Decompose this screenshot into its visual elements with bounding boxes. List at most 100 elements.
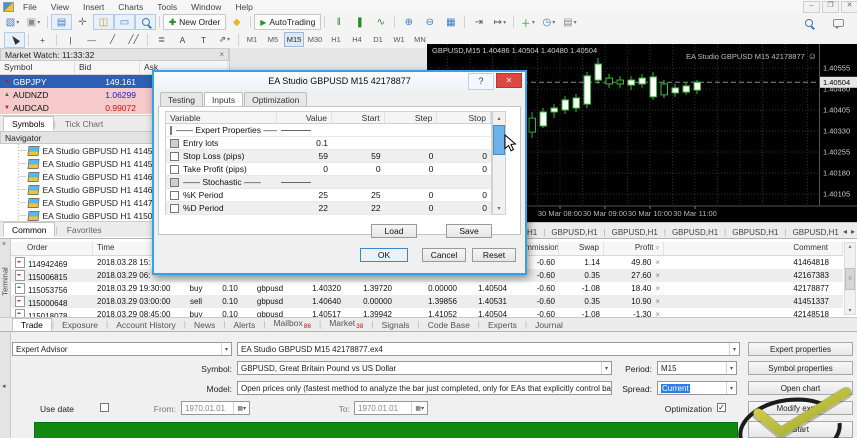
column-value[interactable]: Value	[277, 112, 332, 123]
chart-tab[interactable]: GBPUSD,H1	[726, 226, 784, 238]
shapes-tool-icon[interactable]: ⇗ ▾	[214, 32, 235, 48]
input-row[interactable]: %D Period 22 22 0 0	[165, 202, 492, 215]
open-chart-button[interactable]: Open chart	[748, 381, 853, 395]
templates-icon[interactable]: ▤ ▾	[559, 14, 580, 30]
tester-expert-select[interactable]: EA Studio GBPUSD M15 42178877.ex4 ▾	[237, 342, 740, 356]
strategy-tester-icon[interactable]	[135, 14, 156, 30]
timeframe-m15[interactable]: M15	[284, 32, 304, 47]
chart-tab[interactable]: GBPUSD,H1	[545, 226, 603, 238]
autotrading-button[interactable]: ▶ AutoTrading	[254, 14, 322, 30]
column-step[interactable]: Step	[385, 112, 438, 123]
tab-trade[interactable]: Trade	[12, 318, 52, 331]
tester-model-select[interactable]: Open prices only (fastest method to anal…	[237, 381, 612, 395]
ok-button[interactable]: OK	[360, 248, 408, 262]
to-date-field[interactable]: 1970.01.01 ▦ ▾	[354, 401, 428, 415]
input-row[interactable]: Stop Loss (pips) 59 59 0 0	[165, 150, 492, 163]
close-position-icon[interactable]: ×	[655, 258, 660, 267]
close-position-icon[interactable]: ×	[655, 297, 660, 306]
tab-market[interactable]: Market38	[321, 317, 371, 331]
tab-signals[interactable]: Signals	[374, 319, 418, 331]
input-checkbox[interactable]	[170, 125, 172, 135]
line-chart-icon[interactable]: ∿	[370, 14, 391, 30]
optimization-checkbox[interactable]: ✓	[717, 403, 726, 412]
terminal-scrollbar[interactable]: ▴ ≡ ▾	[844, 242, 856, 315]
menu-charts[interactable]: Charts	[111, 2, 150, 12]
menu-file[interactable]: File	[16, 2, 44, 12]
input-checkbox[interactable]	[170, 190, 179, 200]
tab-mailbox[interactable]: Mailbox86	[265, 317, 319, 331]
column-variable[interactable]: Variable	[166, 112, 278, 123]
tester-period-select[interactable]: M15 ▾	[657, 361, 737, 375]
terminal-icon[interactable]: ▭	[114, 14, 135, 30]
input-checkbox[interactable]	[170, 151, 179, 161]
dialog-scrollbar[interactable]: ▴ ▾	[492, 111, 506, 215]
input-checkbox[interactable]	[170, 203, 179, 213]
ea-smiley-icon[interactable]: ☺	[808, 51, 817, 61]
use-date-checkbox[interactable]	[100, 403, 109, 412]
close-position-icon[interactable]: ×	[655, 310, 660, 317]
timeframe-m1[interactable]: M1	[242, 32, 262, 47]
tab-exposure[interactable]: Exposure	[54, 319, 106, 331]
menu-insert[interactable]: Insert	[76, 2, 111, 12]
candlestick-chart-icon[interactable]: ❚	[349, 14, 370, 30]
metaeditor-icon[interactable]: ◆	[226, 14, 247, 30]
dialog-help-button[interactable]: ?	[468, 73, 494, 90]
chart-tabs-scroll-left-icon[interactable]: ◂	[843, 227, 847, 236]
tester-symbol-select[interactable]: GBPUSD, Great Britain Pound vs US Dollar…	[237, 361, 612, 375]
column-bid[interactable]: Bid	[75, 61, 140, 74]
search-icon[interactable]	[798, 15, 819, 31]
scroll-up-icon[interactable]: ▴	[497, 112, 500, 124]
chart-shift-icon[interactable]: ↦ ▾	[489, 14, 510, 30]
tester-type-select[interactable]: Expert Advisor ▾	[12, 342, 232, 356]
input-row[interactable]: —— Stochastic ——	[165, 176, 492, 189]
terminal-close-icon[interactable]: ×	[2, 241, 6, 248]
tab-tick-chart[interactable]: Tick Chart	[56, 116, 112, 131]
expert-properties-button[interactable]: Expert properties	[748, 342, 853, 356]
column-symbol[interactable]: Symbol	[0, 61, 75, 74]
cursor-tool-icon[interactable]	[4, 31, 25, 48]
chart-tab[interactable]: GBPUSD,H1	[666, 226, 724, 238]
trendline-tool-icon[interactable]: ╱	[102, 32, 123, 48]
tab-favorites[interactable]: Favorites	[58, 222, 111, 237]
input-checkbox[interactable]	[170, 138, 179, 148]
start-button[interactable]: Start	[748, 421, 853, 438]
tile-windows-icon[interactable]: ▦	[440, 14, 461, 30]
save-button[interactable]: Save	[446, 224, 492, 238]
new-order-button[interactable]: ✚ New Order	[163, 14, 227, 30]
chart-tabs-scroll-right-icon[interactable]: ▸	[851, 227, 855, 236]
symbol-properties-button[interactable]: Symbol properties	[748, 361, 853, 375]
close-position-icon[interactable]: ×	[655, 284, 660, 293]
label-tool-icon[interactable]: T	[193, 32, 214, 48]
cancel-button[interactable]: Cancel	[422, 248, 466, 262]
zoom-in-icon[interactable]: ⊕	[398, 14, 419, 30]
timeframe-h1[interactable]: H1	[326, 32, 346, 47]
input-row[interactable]: Entry lots 0.1	[165, 137, 492, 150]
order-row[interactable]: 115018078 2018.03.29 08:45:00 buy 0.10 gbpus…	[11, 308, 843, 317]
timeframe-d1[interactable]: D1	[368, 32, 388, 47]
column-order[interactable]: Order	[11, 242, 93, 255]
from-date-field[interactable]: 1970.01.01 ▦ ▾	[181, 401, 250, 415]
dialog-title-bar[interactable]: EA Studio GBPUSD M15 42178877 ? ✕	[154, 72, 525, 90]
column-swap[interactable]: Swap	[559, 242, 604, 255]
tab-code-base[interactable]: Code Base	[420, 319, 478, 331]
tab-experts[interactable]: Experts	[480, 319, 525, 331]
chart-tab[interactable]: GBPUSD,H1	[606, 226, 664, 238]
bar-chart-icon[interactable]: ‖	[328, 14, 349, 30]
tab-account-history[interactable]: Account History	[108, 319, 184, 331]
new-chart-icon[interactable]: ▧ ▾	[2, 14, 23, 30]
load-button[interactable]: Load	[371, 224, 417, 238]
tester-spread-select[interactable]: Current ▾	[657, 381, 737, 395]
vertical-line-tool-icon[interactable]: |	[60, 32, 81, 48]
column-stop[interactable]: Stop	[437, 112, 491, 123]
input-row[interactable]: %K Period 25 25 0 0	[165, 189, 492, 202]
zoom-out-icon[interactable]: ⊖	[419, 14, 440, 30]
periods-icon[interactable]: ◷ ▾	[538, 14, 559, 30]
modify-expert-button[interactable]: Modify expert	[748, 401, 853, 415]
order-row[interactable]: 115000648 2018.03.29 03:00:00 sell 0.10 gbpu…	[11, 295, 843, 308]
minimize-button[interactable]: –	[803, 1, 820, 13]
reset-button[interactable]: Reset	[472, 248, 516, 262]
menu-help[interactable]: Help	[228, 2, 259, 12]
dialog-tab-optimization[interactable]: Optimization	[244, 92, 308, 106]
market-watch-close-icon[interactable]: ×	[219, 50, 224, 59]
dialog-close-button[interactable]: ✕	[496, 73, 522, 88]
